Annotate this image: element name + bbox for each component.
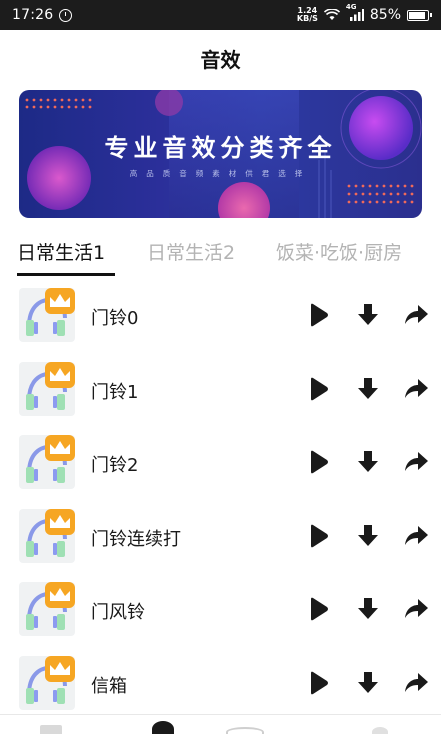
play-button[interactable] [305,449,331,475]
wifi-icon [323,9,340,20]
download-button[interactable] [355,596,381,622]
play-button[interactable] [305,670,331,696]
list-item[interactable]: 门铃0 [0,280,441,354]
headphones-crown-icon [19,361,75,416]
download-icon [358,451,378,472]
nav-profile-icon[interactable] [372,727,388,734]
download-icon [358,598,378,619]
active-tab-indicator [17,273,115,276]
share-button[interactable] [403,449,429,475]
play-icon [311,597,328,621]
headphones-crown-icon [19,582,75,636]
sound-list: 门铃0 门铃1 门铃2 门铃连续打 门风铃 信箱 [0,280,441,721]
share-button[interactable] [403,596,429,622]
share-icon [405,378,428,398]
alarm-icon [59,8,73,22]
network-type: 4G [345,3,357,11]
tab-daily-life-2[interactable]: 日常生活2 [147,238,235,265]
category-tabs: 日常生活1 日常生活2 饭菜·吃饭·厨房 [0,232,441,276]
download-button[interactable] [355,523,381,549]
battery-icon [407,9,432,21]
sound-label: 门铃1 [91,381,139,403]
play-icon [311,671,328,694]
sound-label: 门风铃 [91,602,145,623]
nav-music-icon[interactable] [152,721,174,734]
sound-label: 门铃0 [91,308,139,329]
nav-home-icon[interactable] [40,725,62,734]
share-icon [405,672,428,692]
list-item[interactable]: 信箱 [0,648,441,722]
sound-label: 门铃连续打 [91,528,181,550]
share-icon [405,452,428,471]
download-icon [358,304,378,325]
status-time: 17:26 [12,7,54,23]
play-button[interactable] [305,376,331,402]
play-button[interactable] [305,302,331,328]
download-button[interactable] [355,670,381,696]
status-indicators: 1.24 KB/S 4G 85% [297,3,432,23]
banner-subtitle: 高品质音频素材供君选择 [129,169,312,178]
list-item[interactable]: 门铃连续打 [0,501,441,575]
promo-banner[interactable]: 专业音效分类齐全 高品质音频素材供君选择 [19,90,422,218]
share-icon [405,599,428,618]
share-icon [405,525,428,545]
list-item[interactable]: 门铃1 [0,354,441,428]
download-button[interactable] [355,376,381,402]
play-icon [311,377,328,400]
net-speed-unit: KB/S [296,14,318,23]
share-button[interactable] [403,302,429,328]
play-icon [311,524,328,547]
share-button[interactable] [403,523,429,549]
play-icon [311,450,328,474]
play-button[interactable] [305,523,331,549]
cell-signal: 4G [346,3,364,21]
download-button[interactable] [355,449,381,475]
headphones-crown-icon [19,655,75,710]
headphones-crown-icon [19,288,75,342]
sound-label: 信箱 [91,675,127,697]
list-item[interactable]: 门铃2 [0,427,441,501]
headphones-crown-icon [19,435,75,489]
tab-daily-life-1[interactable]: 日常生活1 [17,238,105,265]
tab-food-kitchen[interactable]: 饭菜·吃饭·厨房 [276,238,402,265]
battery-percent: 85% [369,7,401,23]
list-item[interactable]: 门风铃 [0,574,441,648]
bottom-nav [0,714,441,734]
share-icon [405,305,428,324]
play-icon [311,303,328,327]
banner-title: 专业音效分类齐全 [104,134,337,162]
play-button[interactable] [305,596,331,622]
share-button[interactable] [403,670,429,696]
share-button[interactable] [403,376,429,402]
headphones-crown-icon [19,508,75,563]
download-icon [358,524,378,546]
page-title: 音效 [200,48,241,72]
sound-label: 门铃2 [91,455,139,476]
download-icon [358,671,378,693]
net-speed: 1.24 KB/S [297,7,318,23]
download-button[interactable] [355,302,381,328]
download-icon [358,377,378,399]
status-bar: 17:26 1.24 KB/S 4G 85% [0,0,441,30]
nav-discover-icon[interactable] [226,727,264,734]
